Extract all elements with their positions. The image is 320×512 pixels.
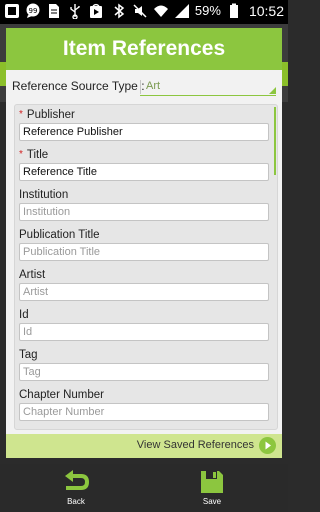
chapter-number-label: Chapter Number: [19, 389, 105, 401]
id-field-group: Id: [19, 307, 269, 341]
tag-field-group: Tag: [19, 347, 269, 381]
item-references-dialog: Item References Reference Source Type : …: [6, 28, 282, 434]
publication-title-input[interactable]: [19, 243, 269, 261]
publication-title-label: Publication Title: [19, 229, 100, 241]
title-label-text: Title: [26, 149, 49, 161]
dialog-title: Item References: [6, 28, 282, 70]
reference-source-type-value: Art: [146, 80, 161, 92]
reference-form-panel[interactable]: * Publisher * Title Institution Publicat…: [14, 104, 278, 430]
play-store-icon: [88, 3, 104, 19]
dropdown-separator: [140, 80, 141, 94]
id-label: Id: [19, 309, 29, 321]
publisher-label: * Publisher: [19, 107, 269, 123]
save-label: Save: [202, 497, 222, 506]
tag-label: Tag: [19, 349, 38, 361]
battery-percentage: 59%: [194, 3, 221, 18]
id-input[interactable]: [19, 323, 269, 341]
publisher-input[interactable]: [19, 123, 269, 141]
title-input[interactable]: [19, 163, 269, 181]
scrollbar[interactable]: [274, 107, 276, 175]
institution-label: Institution: [19, 189, 69, 201]
wifi-icon: [153, 3, 169, 19]
bluetooth-icon: [111, 3, 127, 19]
bottom-action-bar: Back Save: [0, 464, 288, 512]
view-saved-references-label: View Saved References: [136, 439, 254, 451]
artist-field-group: Artist: [19, 267, 269, 301]
institution-field-group: Institution: [19, 187, 269, 221]
signal-icon: [174, 3, 190, 19]
dropdown-arrow-icon: [269, 87, 276, 94]
back-button[interactable]: Back: [46, 468, 106, 508]
publisher-label-text: Publisher: [26, 109, 75, 121]
view-saved-references-button[interactable]: View Saved References: [6, 434, 282, 458]
chapter-number-field-group: Chapter Number: [19, 387, 269, 421]
reference-source-type-label: Reference Source Type :: [12, 79, 145, 93]
document-icon: [46, 3, 62, 19]
usb-icon: [67, 3, 83, 19]
floppy-disk-icon: [201, 471, 223, 493]
back-label: Back: [67, 497, 85, 506]
arrow-right-icon: [259, 437, 276, 454]
required-marker: *: [19, 149, 23, 160]
artist-input[interactable]: [19, 283, 269, 301]
title-label: * Title: [19, 147, 269, 163]
mute-icon: [132, 3, 148, 19]
tag-input[interactable]: [19, 363, 269, 381]
artist-label: Artist: [19, 269, 46, 281]
back-arrow-icon: [65, 470, 90, 490]
clock: 10:52: [248, 3, 284, 19]
publication-title-field-group: Publication Title: [19, 227, 269, 261]
required-marker: *: [19, 109, 23, 120]
svg-text:99: 99: [29, 7, 38, 15]
institution-input[interactable]: [19, 203, 269, 221]
chapter-number-input[interactable]: [19, 403, 269, 421]
status-bar: 99 59% 10:52: [0, 0, 288, 24]
publisher-field-group: * Publisher: [19, 107, 269, 141]
chat-bubble-icon: 99: [25, 3, 41, 19]
reference-source-type-dropdown[interactable]: Art: [140, 78, 276, 96]
title-field-group: * Title: [19, 147, 269, 181]
battery-icon: [226, 3, 242, 19]
reference-source-type-row: Reference Source Type : Art: [6, 74, 282, 98]
app-notification-icon: [4, 3, 20, 19]
save-button[interactable]: Save: [182, 468, 242, 508]
